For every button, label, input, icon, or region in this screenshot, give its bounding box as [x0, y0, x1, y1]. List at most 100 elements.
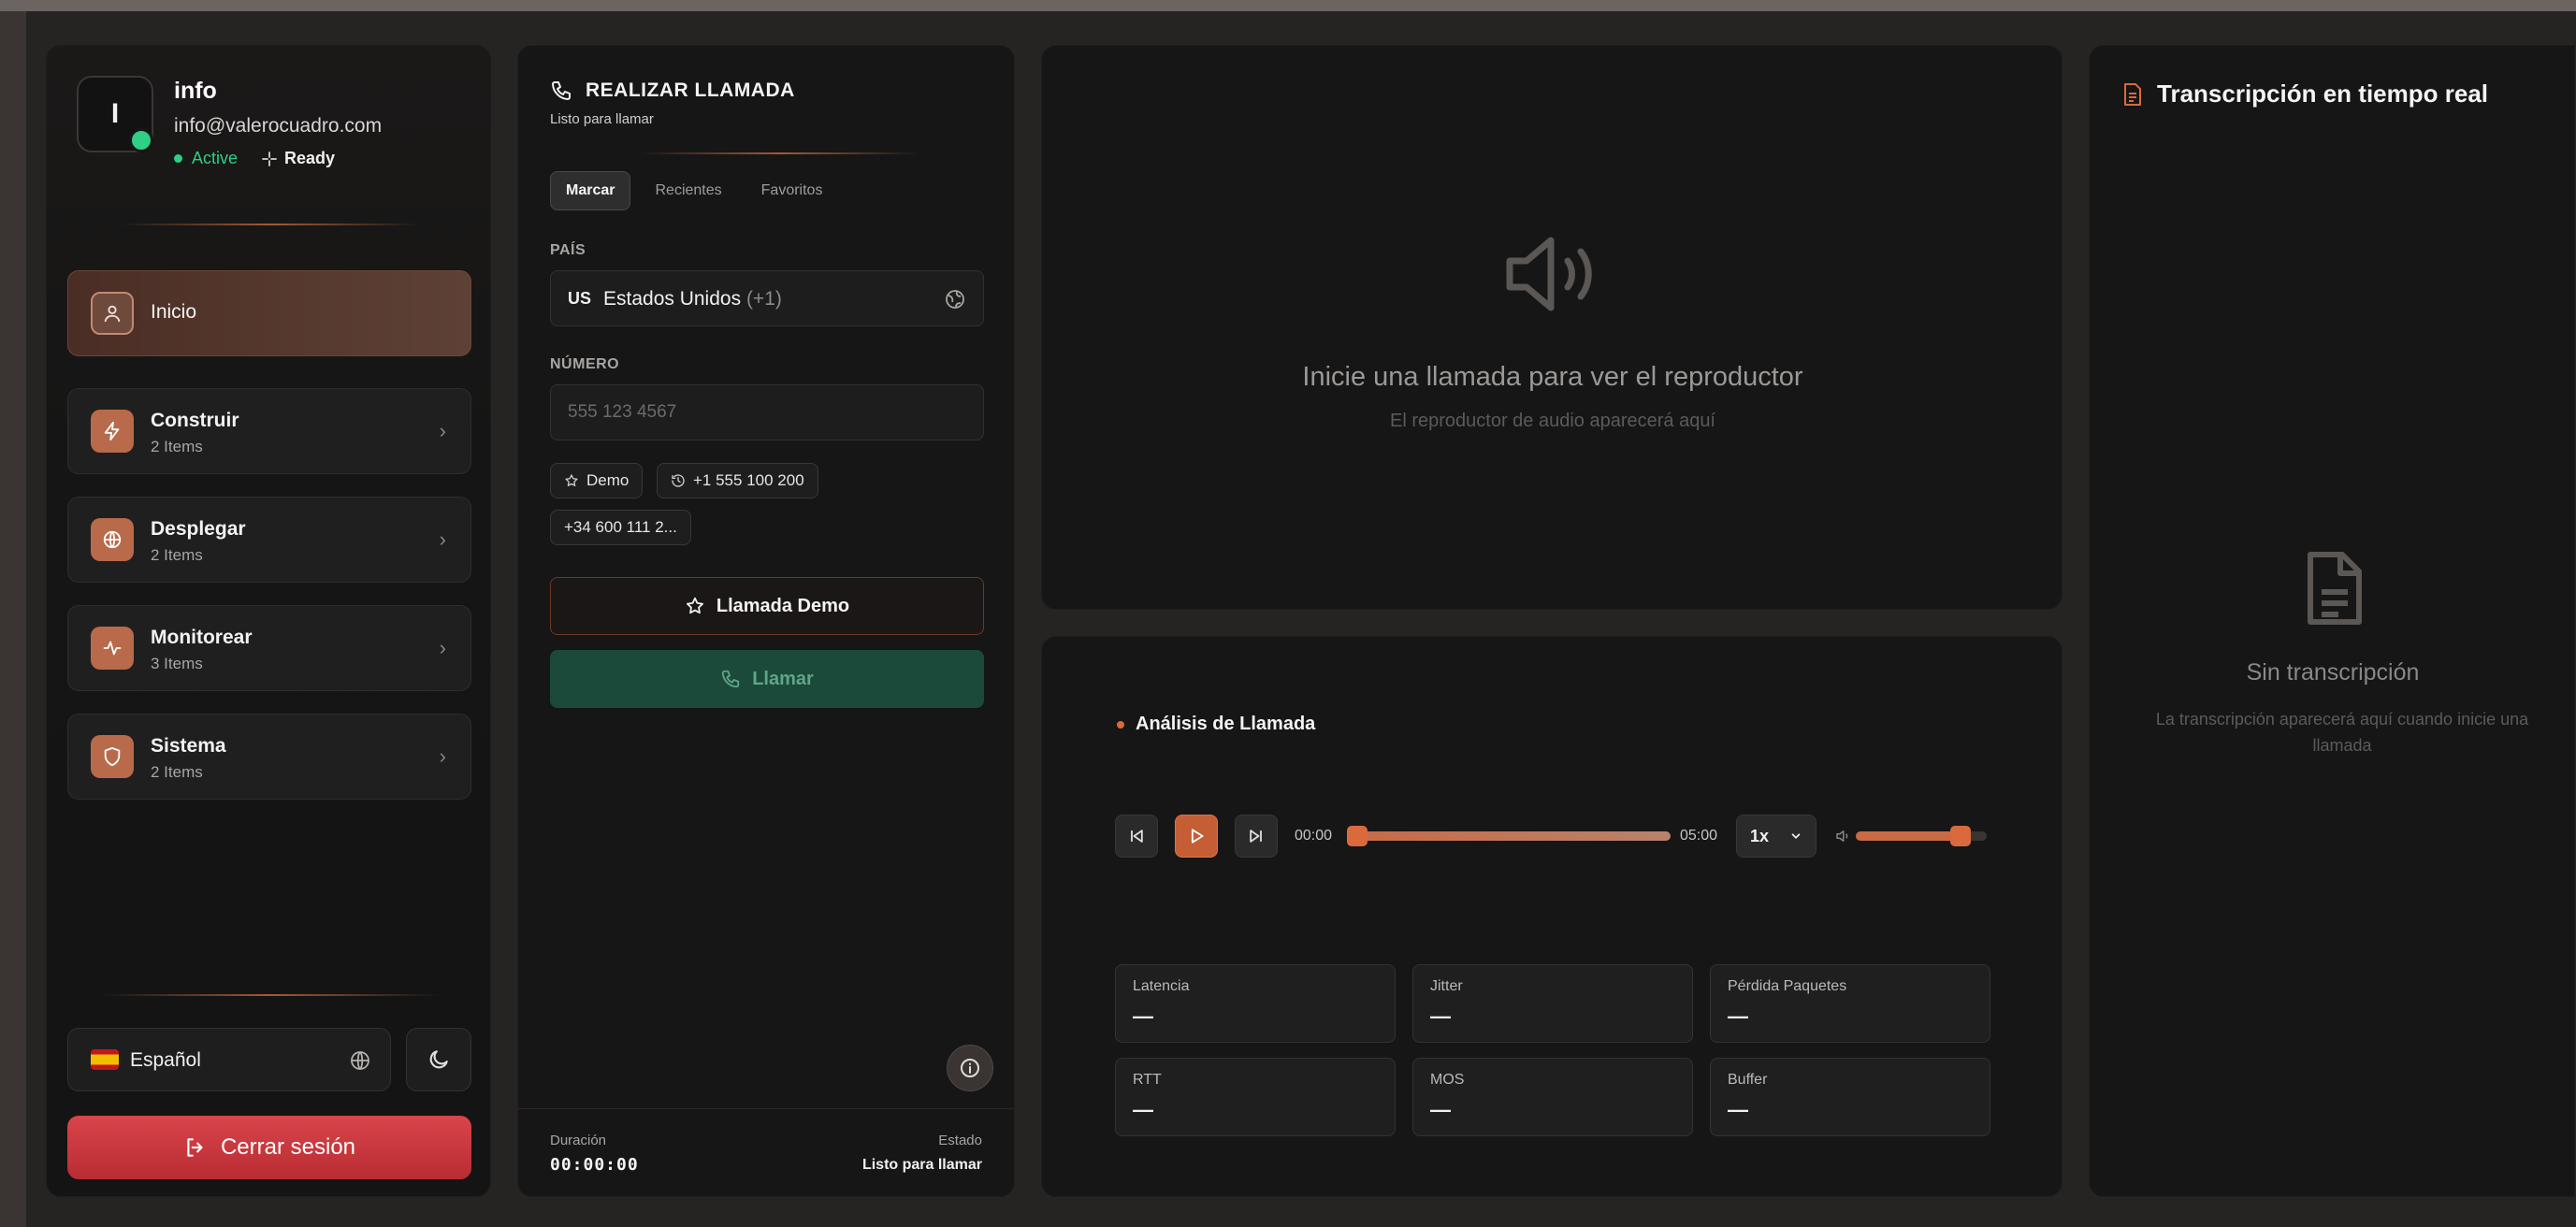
- status-label: Estado: [938, 1133, 982, 1148]
- call-panel-title-text: REALIZAR LLAMADA: [586, 79, 795, 101]
- playback-speed-select[interactable]: 1x: [1736, 815, 1816, 858]
- sidebar-item-inicio[interactable]: Inicio: [67, 270, 471, 356]
- activity-icon: [91, 627, 134, 670]
- active-dot-icon: [174, 154, 182, 163]
- sidebar-item-desplegar[interactable]: Desplegar 2 Items ›: [67, 497, 471, 583]
- country-name: Estados Unidos (+1): [603, 288, 782, 310]
- sidebar-item-count: 2 Items: [151, 438, 203, 455]
- sidebar-item-label: Inicio: [151, 301, 197, 323]
- player-empty-title: Inicie una llamada para ver el reproduct…: [1302, 362, 1803, 392]
- sidebar-item-label: Sistema: [151, 735, 226, 757]
- analysis-title-text: Análisis de Llamada: [1136, 714, 1316, 734]
- volume-slider[interactable]: [1856, 826, 1987, 846]
- metric-latencia: Latencia —: [1115, 964, 1396, 1043]
- call-footer: [518, 1108, 1014, 1196]
- metric-perdida-paquetes: Pérdida Paquetes —: [1710, 964, 1990, 1043]
- moon-icon: [429, 1050, 448, 1069]
- call-panel-subtitle: Listo para llamar: [550, 111, 654, 127]
- user-email: info@valerocuadro.com: [174, 115, 383, 137]
- document-icon: [2124, 82, 2141, 106]
- divider: [103, 994, 440, 996]
- volume-fill: [1856, 831, 1961, 841]
- sidebar-item-count: 2 Items: [151, 546, 203, 564]
- skip-back-button[interactable]: [1115, 815, 1158, 858]
- number-input[interactable]: [551, 385, 983, 440]
- sidebar-item-count: 3 Items: [151, 655, 203, 672]
- metric-label: RTT: [1133, 1072, 1162, 1088]
- speed-value: 1x: [1750, 826, 1770, 845]
- history-icon: [672, 474, 685, 487]
- call-panel-title: REALIZAR LLAMADA: [550, 79, 795, 102]
- progress-thumb[interactable]: [1347, 826, 1368, 846]
- skip-back-icon: [1131, 830, 1143, 843]
- status-ready: Ready: [262, 149, 335, 168]
- sidebar-item-construir[interactable]: Construir 2 Items ›: [67, 388, 471, 474]
- play-button[interactable]: [1175, 815, 1218, 858]
- speaker-icon: [1506, 237, 1592, 311]
- progress-fill: [1347, 831, 1671, 841]
- metric-mos: MOS —: [1412, 1058, 1693, 1136]
- player-empty-subtitle: El reproductor de audio aparecerá aquí: [1389, 411, 1715, 431]
- country-prefix: (+1): [745, 288, 782, 310]
- transcript-empty-subtitle: La transcripción aparecerá aquí cuando i…: [2155, 710, 2529, 755]
- sidebar-item-sistema[interactable]: Sistema 2 Items ›: [67, 714, 471, 800]
- language-selector[interactable]: Español: [67, 1028, 391, 1091]
- phone-icon: [552, 81, 571, 100]
- chevron-right-icon: ›: [439, 636, 446, 659]
- chip-recent-number[interactable]: +1 555 100 200: [657, 463, 818, 498]
- user-icon: [91, 292, 134, 335]
- demo-call-label: Llamada Demo: [716, 595, 850, 616]
- chevron-right-icon: ›: [439, 527, 446, 551]
- tab-marcar[interactable]: Marcar: [550, 171, 631, 210]
- star-icon: [686, 597, 703, 614]
- chevron-right-icon: ›: [439, 744, 446, 768]
- globe-icon: [91, 518, 134, 561]
- analysis-title: Análisis de Llamada: [1117, 714, 1315, 735]
- number-field[interactable]: [550, 384, 984, 440]
- online-indicator: [129, 128, 153, 152]
- divider: [122, 224, 421, 225]
- metric-value: —: [1728, 1098, 1748, 1121]
- info-button[interactable]: [947, 1045, 993, 1091]
- status-value: Listo para llamar: [861, 1157, 982, 1173]
- demo-call-button[interactable]: Llamada Demo: [550, 577, 984, 635]
- volume-icon[interactable]: [1833, 828, 1852, 844]
- chip-recent-number[interactable]: +34 600 111 2...: [550, 510, 691, 545]
- chip-label: Demo: [586, 471, 630, 489]
- country-select[interactable]: US Estados Unidos (+1): [550, 270, 984, 326]
- status-active: Active: [174, 149, 238, 168]
- window-top-bar: [0, 0, 2576, 11]
- country-name-text: Estados Unidos: [603, 288, 742, 310]
- chip-label: +34 600 111 2...: [564, 518, 677, 536]
- metric-buffer: Buffer —: [1710, 1058, 1990, 1136]
- language-label: Español: [130, 1049, 201, 1071]
- sidebar-item-monitorear[interactable]: Monitorear 3 Items ›: [67, 605, 471, 691]
- sidebar-item-label: Desplegar: [151, 518, 246, 540]
- volume-thumb[interactable]: [1950, 826, 1971, 846]
- metric-rtt: RTT —: [1115, 1058, 1396, 1136]
- call-panel: REALIZAR LLAMADA Listo para llamar Marca…: [517, 45, 1015, 1197]
- chevron-down-icon: [1791, 833, 1801, 839]
- divider: [640, 152, 920, 154]
- transcript-panel: Transcripción en tiempo real Sin transcr…: [2089, 45, 2575, 1197]
- progress-slider[interactable]: [1347, 826, 1671, 846]
- tab-recientes[interactable]: Recientes: [640, 171, 736, 210]
- transcript-title: Transcripción en tiempo real: [2121, 79, 2488, 108]
- sidebar-item-label: Monitorear: [151, 627, 253, 648]
- call-button[interactable]: Llamar: [550, 650, 984, 708]
- duration-value: 00:00:00: [550, 1155, 639, 1175]
- status-active-label: Active: [192, 149, 239, 167]
- shield-icon: [91, 735, 134, 778]
- skip-forward-button[interactable]: [1235, 815, 1278, 858]
- metric-label: Jitter: [1430, 978, 1463, 994]
- call-analysis-panel: Análisis de Llamada 00:00 05:00 1x Laten…: [1041, 636, 2062, 1197]
- phone-icon: [722, 670, 740, 688]
- tab-favoritos[interactable]: Favoritos: [746, 171, 838, 210]
- call-label: Llamar: [752, 668, 814, 689]
- transcript-empty-title: Sin transcripción: [2246, 659, 2420, 686]
- chip-demo[interactable]: Demo: [550, 463, 644, 498]
- theme-toggle-button[interactable]: [406, 1028, 471, 1091]
- logout-button[interactable]: Cerrar sesión: [67, 1116, 471, 1179]
- number-label: NÚMERO: [550, 356, 620, 372]
- metric-label: Buffer: [1728, 1072, 1768, 1088]
